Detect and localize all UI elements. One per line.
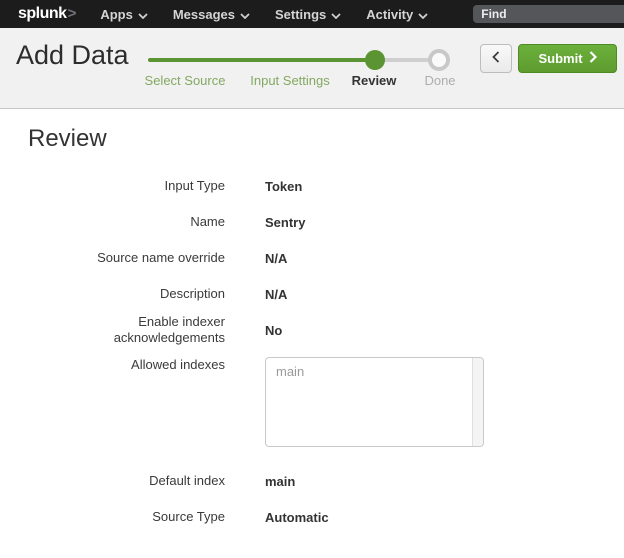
stepper-current-dot [365, 50, 385, 70]
splunk-logo[interactable]: splunk > [18, 5, 76, 23]
field-label: Name [28, 214, 225, 230]
step-label-review: Review [352, 73, 397, 88]
chevron-down-icon [418, 7, 428, 22]
review-row-indexer-acknowledgements: Enable indexer acknowledgements No [28, 312, 624, 348]
field-value: main [265, 474, 295, 489]
nav-item-label: Apps [100, 7, 133, 22]
field-label: Source Type [28, 509, 225, 525]
submit-button-label: Submit [538, 51, 582, 66]
review-row-allowed-indexes: Allowed indexes main [28, 357, 624, 447]
review-row-default-index: Default index main [28, 463, 624, 499]
chevron-down-icon [138, 7, 148, 22]
back-button[interactable] [480, 44, 512, 73]
listbox-option-main[interactable]: main [266, 358, 483, 385]
top-navbar: splunk > Apps Messages Settings Activity [0, 0, 624, 28]
submit-button[interactable]: Submit [518, 44, 617, 73]
review-row-input-type: Input Type Token [28, 168, 624, 204]
field-label: Input Type [28, 178, 225, 194]
review-row-source-type: Source Type Automatic [28, 499, 624, 535]
chevron-right-icon [589, 51, 597, 66]
field-value: N/A [265, 251, 287, 266]
nav-item-messages[interactable]: Messages [173, 7, 250, 22]
nav-item-activity[interactable]: Activity [366, 7, 428, 22]
chevron-down-icon [240, 7, 250, 22]
step-label-select-source: Select Source [145, 73, 226, 88]
field-label: Enable indexer acknowledgements [28, 314, 225, 346]
review-row-description: Description N/A [28, 276, 624, 312]
step-label-done: Done [424, 73, 455, 88]
splunk-logo-text: splunk [18, 5, 67, 23]
find-input[interactable] [473, 5, 624, 23]
review-row-name: Name Sentry [28, 204, 624, 240]
chevron-down-icon [331, 7, 341, 22]
nav-item-label: Activity [366, 7, 413, 22]
splunk-logo-chevron-icon: > [68, 5, 77, 22]
nav-item-label: Settings [275, 7, 326, 22]
field-value: Automatic [265, 510, 329, 525]
listbox-scrollbar[interactable] [472, 358, 483, 446]
stepper-progress-line [148, 58, 375, 62]
nav-item-settings[interactable]: Settings [275, 7, 341, 22]
review-heading: Review [28, 124, 624, 154]
navbar-menu: Apps Messages Settings Activity [100, 7, 453, 22]
field-value: Token [265, 179, 302, 194]
stepper-upcoming-circle [428, 49, 450, 71]
nav-item-apps[interactable]: Apps [100, 7, 148, 22]
allowed-indexes-listbox[interactable]: main [265, 357, 484, 447]
field-label: Default index [28, 473, 225, 489]
field-label: Allowed indexes [28, 357, 225, 373]
wizard-header: Add Data Select Source Input Settings Re… [0, 28, 624, 109]
field-value: Sentry [265, 215, 305, 230]
field-label: Source name override [28, 250, 225, 266]
review-row-source-name-override: Source name override N/A [28, 240, 624, 276]
field-label: Description [28, 286, 225, 302]
chevron-left-icon [492, 51, 500, 66]
step-label-input-settings: Input Settings [250, 73, 330, 88]
field-value: N/A [265, 287, 287, 302]
nav-item-label: Messages [173, 7, 235, 22]
page-title: Add Data [16, 40, 129, 71]
field-value: No [265, 323, 282, 338]
review-panel: Review Input Type Token Name Sentry Sour… [0, 109, 624, 535]
